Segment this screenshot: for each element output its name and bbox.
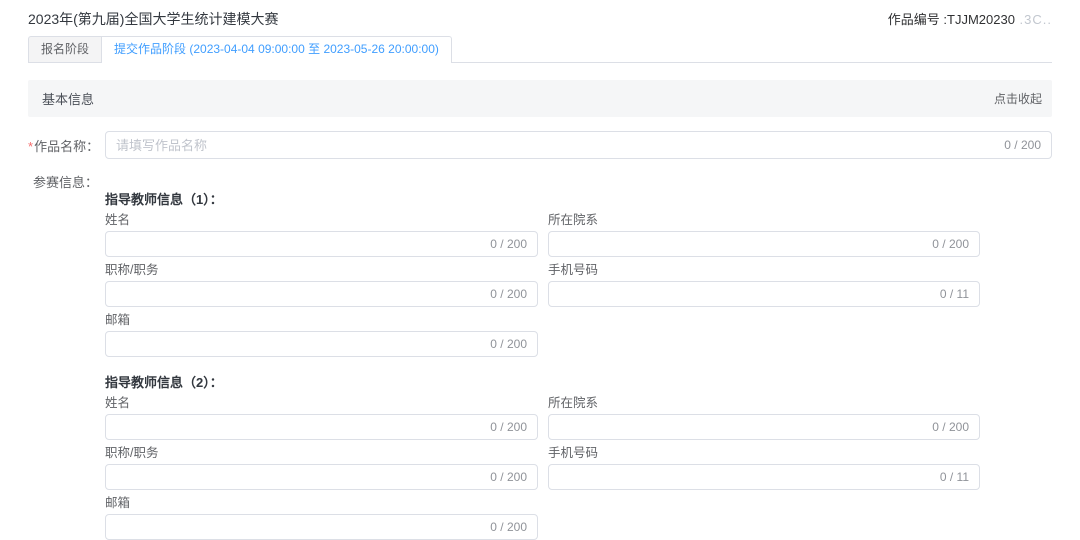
section-title: 基本信息: [42, 89, 94, 108]
teacher1-name-input[interactable]: [116, 232, 482, 256]
teacher1-email-field: 邮箱 0 / 200: [105, 313, 538, 357]
teacher2-department-label: 所在院系: [548, 396, 980, 411]
entry-info-label: 参赛信息：: [28, 172, 98, 191]
teacher1-name-counter: 0 / 200: [490, 237, 527, 251]
work-number: 作品编号 :TJJM20230 .3C..: [888, 9, 1052, 28]
teacher1-phone-label: 手机号码: [548, 263, 980, 278]
teacher-block-1: 指导教师信息（1）： 姓名 0 / 200 所在院系 0 / 200: [105, 189, 1052, 357]
teacher2-phone-counter: 0 / 11: [940, 470, 969, 484]
teacher1-title-field: 职称/职务 0 / 200: [105, 263, 538, 307]
work-number-label: 作品编号 :: [888, 12, 947, 27]
teacher2-heading: 指导教师信息（2）：: [105, 372, 1052, 391]
work-name-counter: 0 / 200: [1004, 138, 1041, 152]
page: 2023年(第九届)全国大学生统计建模大赛 作品编号 :TJJM20230 .3…: [0, 0, 1080, 540]
work-number-obscured: .3C..: [1015, 12, 1052, 27]
teacher2-email-field: 邮箱 0 / 200: [105, 496, 538, 540]
teacher2-department-input[interactable]: [559, 415, 924, 439]
tab-submission-stage[interactable]: 提交作品阶段 (2023-04-04 09:00:00 至 2023-05-26…: [101, 36, 452, 62]
teacher2-email-label: 邮箱: [105, 496, 538, 511]
teacher2-phone-field: 手机号码 0 / 11: [548, 446, 980, 490]
teacher2-phone-label: 手机号码: [548, 446, 980, 461]
teacher2-title-input[interactable]: [116, 465, 482, 489]
teacher2-name-label: 姓名: [105, 396, 538, 411]
teacher1-title-input[interactable]: [116, 282, 482, 306]
teacher1-email-label: 邮箱: [105, 313, 538, 328]
teacher1-department-field: 所在院系 0 / 200: [548, 213, 980, 257]
teacher1-phone-counter: 0 / 11: [940, 287, 969, 301]
teacher1-department-input[interactable]: [559, 232, 924, 256]
teacher1-title-label: 职称/职务: [105, 263, 538, 278]
teacher2-title-counter: 0 / 200: [490, 470, 527, 484]
teacher2-title-input-box[interactable]: 0 / 200: [105, 464, 538, 490]
tab-registration-stage[interactable]: 报名阶段: [28, 36, 101, 62]
teacher1-email-input-box[interactable]: 0 / 200: [105, 331, 538, 357]
teacher1-department-label: 所在院系: [548, 213, 980, 228]
stage-tabs: 报名阶段 提交作品阶段 (2023-04-04 09:00:00 至 2023-…: [28, 36, 1052, 63]
teacher1-title-counter: 0 / 200: [490, 287, 527, 301]
work-name-label: *作品名称：: [28, 136, 98, 155]
entry-info-row: 参赛信息： 指导教师信息（1）： 姓名 0 / 200 所在院系: [28, 172, 1052, 540]
required-asterisk: *: [28, 139, 33, 154]
entry-info-content: 指导教师信息（1）： 姓名 0 / 200 所在院系 0 / 200: [105, 172, 1052, 540]
teacher2-department-input-box[interactable]: 0 / 200: [548, 414, 980, 440]
basic-info-section-bar: 基本信息 点击收起: [28, 80, 1052, 117]
teacher2-name-counter: 0 / 200: [490, 420, 527, 434]
collapse-toggle[interactable]: 点击收起: [994, 90, 1042, 107]
teacher1-name-input-box[interactable]: 0 / 200: [105, 231, 538, 257]
teacher2-email-counter: 0 / 200: [490, 520, 527, 534]
teacher1-phone-field: 手机号码 0 / 11: [548, 263, 980, 307]
teacher2-name-input-box[interactable]: 0 / 200: [105, 414, 538, 440]
teacher1-title-input-box[interactable]: 0 / 200: [105, 281, 538, 307]
teacher1-email-counter: 0 / 200: [490, 337, 527, 351]
teacher1-phone-input-box[interactable]: 0 / 11: [548, 281, 980, 307]
teacher-block-2: 指导教师信息（2）： 姓名 0 / 200 所在院系 0 / 200: [105, 372, 1052, 540]
teacher2-name-field: 姓名 0 / 200: [105, 396, 538, 440]
teacher1-heading: 指导教师信息（1）：: [105, 189, 1052, 208]
teacher1-name-field: 姓名 0 / 200: [105, 213, 538, 257]
teacher2-name-input[interactable]: [116, 415, 482, 439]
teacher2-phone-input[interactable]: [559, 465, 932, 489]
teacher1-email-input[interactable]: [116, 332, 482, 356]
teacher2-department-field: 所在院系 0 / 200: [548, 396, 980, 440]
page-header: 2023年(第九届)全国大学生统计建模大赛 作品编号 :TJJM20230 .3…: [28, 0, 1052, 29]
work-number-value: TJJM20230: [947, 12, 1015, 27]
teacher1-department-input-box[interactable]: 0 / 200: [548, 231, 980, 257]
work-name-input[interactable]: [116, 132, 996, 158]
page-title: 2023年(第九届)全国大学生统计建模大赛: [28, 9, 278, 29]
teacher2-phone-input-box[interactable]: 0 / 11: [548, 464, 980, 490]
teacher2-department-counter: 0 / 200: [932, 420, 969, 434]
work-name-input-box[interactable]: 0 / 200: [105, 131, 1052, 159]
teacher1-department-counter: 0 / 200: [932, 237, 969, 251]
teacher1-name-label: 姓名: [105, 213, 538, 228]
teacher2-email-input[interactable]: [116, 515, 482, 539]
teacher2-title-label: 职称/职务: [105, 446, 538, 461]
teacher1-phone-input[interactable]: [559, 282, 932, 306]
work-name-row: *作品名称： 0 / 200: [28, 131, 1052, 159]
teacher2-email-input-box[interactable]: 0 / 200: [105, 514, 538, 540]
teacher2-title-field: 职称/职务 0 / 200: [105, 446, 538, 490]
